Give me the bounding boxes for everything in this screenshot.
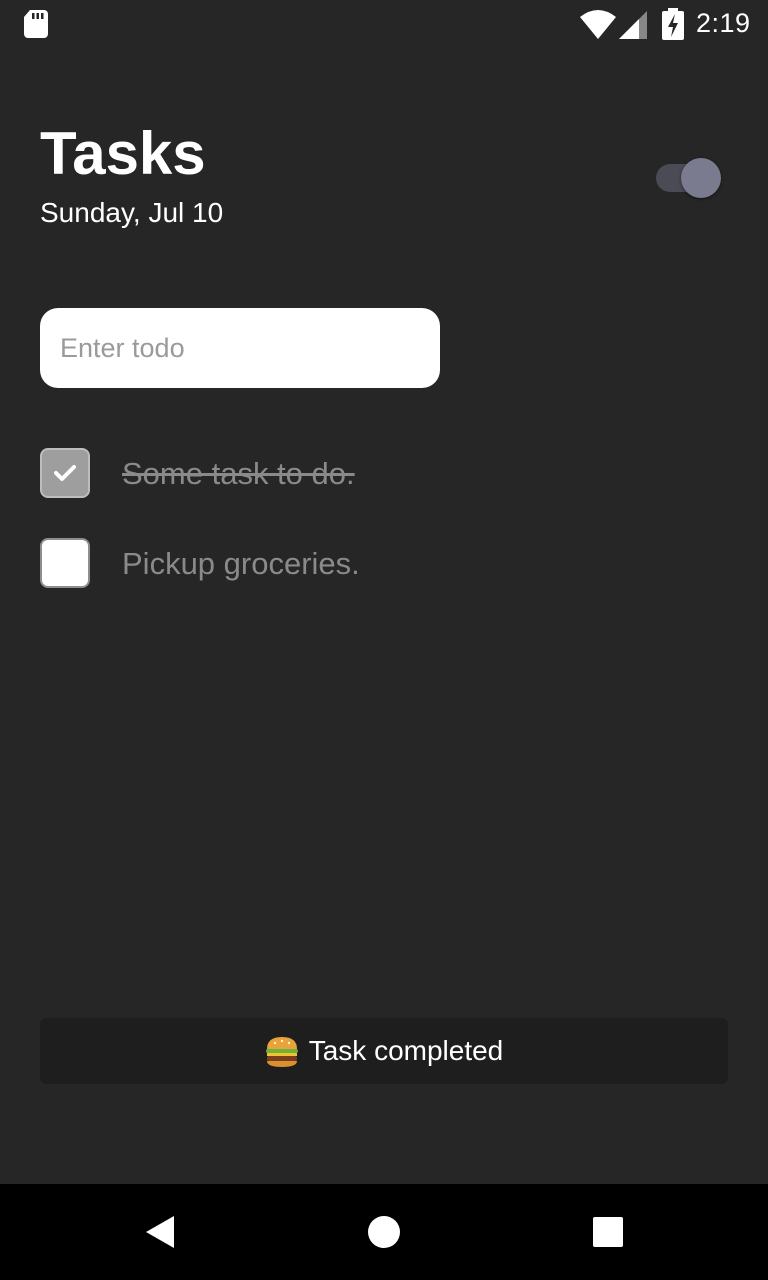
sd-card-icon <box>24 10 48 38</box>
check-icon <box>54 465 76 481</box>
navigation-bar <box>0 1184 768 1280</box>
task-checkbox[interactable] <box>40 538 90 588</box>
task-item: Pickup groceries. <box>40 538 720 590</box>
status-bar: 2:19 <box>0 0 768 48</box>
snackbar: Task completed <box>40 1018 728 1084</box>
page-date: Sunday, Jul 10 <box>40 197 224 228</box>
battery-charging-icon <box>662 8 684 40</box>
wifi-icon <box>580 10 616 39</box>
status-clock: 2:19 <box>696 8 751 38</box>
page-title: Tasks <box>40 120 206 187</box>
task-label[interactable]: Pickup groceries. <box>122 544 360 584</box>
task-item: Some task to do. <box>40 448 720 500</box>
toggle-thumb <box>681 158 721 198</box>
hamburger-icon <box>265 1037 298 1067</box>
todo-input[interactable] <box>40 308 440 388</box>
back-icon[interactable] <box>144 1214 176 1250</box>
snackbar-text: Task completed <box>308 1035 504 1066</box>
theme-toggle-switch[interactable] <box>654 157 722 199</box>
task-label[interactable]: Some task to do. <box>122 454 355 494</box>
cell-signal-icon <box>619 11 647 39</box>
snackbar-content: Task completed <box>40 1018 728 1084</box>
task-checkbox[interactable] <box>40 448 90 498</box>
recents-icon[interactable] <box>592 1216 624 1248</box>
home-icon[interactable] <box>366 1214 402 1250</box>
